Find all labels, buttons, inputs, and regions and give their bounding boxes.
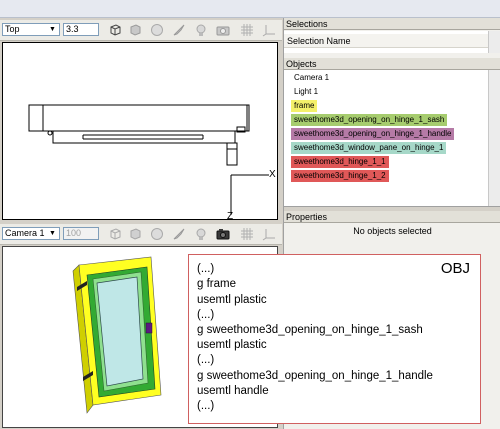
obj-line: (...) (197, 263, 215, 275)
obj-line: (...) (197, 354, 215, 366)
top-menu-bar (0, 0, 500, 18)
obj-file-excerpt: OBJ (...) g frame usemtl plastic (...) g… (188, 254, 481, 424)
view-mode-select[interactable]: Top ▼ (2, 23, 60, 36)
brush-icon[interactable] (172, 227, 186, 241)
list-item[interactable]: sweethome3d_hinge_1_1 (291, 156, 389, 168)
z-axis-label: Z (227, 211, 234, 222)
camera-select[interactable]: Camera 1 ▼ (2, 227, 60, 240)
obj-line: usemtl plastic (197, 339, 267, 351)
x-axis-label: X (269, 169, 276, 180)
chevron-down-icon: ▼ (49, 26, 56, 33)
selections-header: Selections (284, 18, 500, 30)
list-item[interactable]: sweethome3d_opening_on_hinge_1_sash (291, 114, 448, 126)
zoom-field[interactable]: 3.3 (63, 23, 99, 36)
axes-icon[interactable] (262, 23, 276, 37)
camera-select-value: Camera 1 (5, 228, 45, 238)
top-view-drawing (28, 104, 269, 215)
no-selection-text: No objects selected (353, 226, 432, 236)
view-mode-value: Top (5, 24, 20, 34)
light-bulb-icon[interactable] (194, 23, 208, 37)
brush-icon[interactable] (172, 23, 186, 37)
light-bulb-icon[interactable] (194, 227, 208, 241)
list-item[interactable]: sweethome3d_hinge_1_2 (291, 170, 389, 182)
obj-line: g sweethome3d_opening_on_hinge_1_handle (197, 370, 433, 382)
camera-view-toolbar: Camera 1 ▼ 100 (0, 224, 282, 245)
obj-tag: OBJ (440, 260, 470, 277)
obj-line: usemtl handle (197, 385, 269, 397)
solid-cube-icon[interactable] (128, 23, 142, 37)
sphere-icon[interactable] (150, 227, 164, 241)
list-item[interactable]: sweethome3d_opening_on_hinge_1_handle (291, 128, 455, 140)
list-item[interactable]: sweethome3d_window_pane_on_hinge_1 (291, 142, 447, 154)
top-viewport[interactable]: X Z (2, 42, 278, 222)
axes-icon[interactable] (262, 227, 276, 241)
chevron-down-icon: ▼ (49, 230, 56, 237)
list-item[interactable]: Light 1 (291, 86, 321, 98)
list-item[interactable]: Camera 1 (291, 72, 332, 84)
grid-icon[interactable] (240, 23, 254, 37)
obj-line: g sweethome3d_opening_on_hinge_1_sash (197, 324, 423, 336)
selection-name-column[interactable]: Selection Name (284, 34, 488, 48)
selections-scrollbar[interactable] (488, 31, 500, 53)
camera-zoom-field[interactable]: 100 (63, 227, 99, 240)
wireframe-cube-icon[interactable] (108, 23, 122, 37)
top-view-toolbar: Top ▼ 3.3 (0, 20, 282, 41)
obj-line: g frame (197, 278, 236, 290)
solid-cube-icon[interactable] (128, 227, 142, 241)
zoom-value: 3.3 (66, 24, 79, 34)
camera-icon[interactable] (216, 227, 230, 241)
obj-line: usemtl plastic (197, 294, 267, 306)
camera-zoom-value: 100 (66, 228, 82, 238)
properties-header: Properties (284, 211, 500, 223)
obj-line: (...) (197, 309, 215, 321)
objects-header: Objects (284, 58, 500, 70)
obj-line: (...) (197, 400, 215, 412)
wireframe-cube-icon[interactable] (108, 227, 122, 241)
objects-list[interactable]: Camera 1 Light 1 frame sweethome3d_openi… (284, 70, 500, 206)
objects-scrollbar[interactable] (488, 70, 500, 206)
grid-icon[interactable] (240, 227, 254, 241)
selections-list[interactable]: Selection Name (284, 31, 500, 53)
list-item[interactable]: frame (291, 100, 318, 112)
camera-icon[interactable] (216, 23, 230, 37)
sphere-icon[interactable] (150, 23, 164, 37)
